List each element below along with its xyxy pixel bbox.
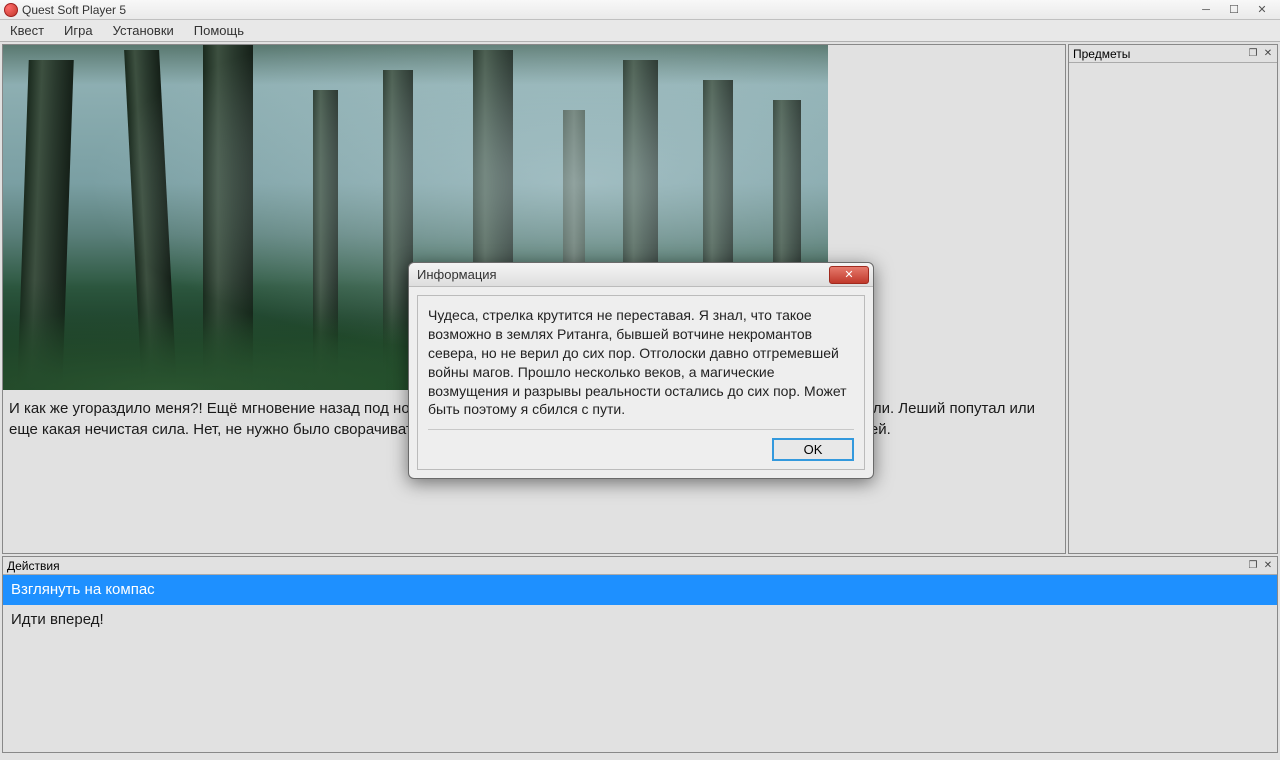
minimize-button[interactable]: ─ [1192,2,1220,18]
menubar: Квест Игра Установки Помощь [0,20,1280,42]
menu-quest[interactable]: Квест [0,20,54,41]
close-button[interactable]: ✕ [1248,2,1276,18]
maximize-button[interactable]: ☐ [1220,2,1248,18]
actions-list: Взглянуть на компас Идти вперед! [3,575,1277,752]
app-icon [4,3,18,17]
dialog-titlebar[interactable]: Информация ✕ [409,263,873,287]
menu-game[interactable]: Игра [54,20,103,41]
action-item[interactable]: Взглянуть на компас [3,575,1277,605]
ok-button[interactable]: OK [772,438,854,461]
actions-title: Действия [5,559,60,573]
inventory-title: Предметы [1071,47,1130,61]
menu-settings[interactable]: Установки [103,20,184,41]
menu-help[interactable]: Помощь [184,20,254,41]
actions-panel: Действия ❐ ✕ Взглянуть на компас Идти вп… [2,556,1278,753]
info-dialog: Информация ✕ Чудеса, стрелка крутится не… [408,262,874,479]
close-icon: ✕ [844,268,853,281]
dialog-close-button[interactable]: ✕ [829,266,869,284]
action-item[interactable]: Идти вперед! [3,605,1277,635]
window-controls: ─ ☐ ✕ [1192,2,1276,18]
dialog-separator [428,429,854,430]
inventory-panel: Предметы ❐ ✕ [1068,44,1278,554]
panel-close-icon[interactable]: ✕ [1261,47,1275,61]
dialog-text: Чудеса, стрелка крутится не переставая. … [428,306,854,419]
window-title: Quest Soft Player 5 [22,3,126,17]
dialog-title: Информация [417,267,497,282]
panel-restore-icon[interactable]: ❐ [1246,559,1260,573]
panel-close-icon[interactable]: ✕ [1261,559,1275,573]
titlebar: Quest Soft Player 5 ─ ☐ ✕ [0,0,1280,20]
panel-restore-icon[interactable]: ❐ [1246,47,1260,61]
